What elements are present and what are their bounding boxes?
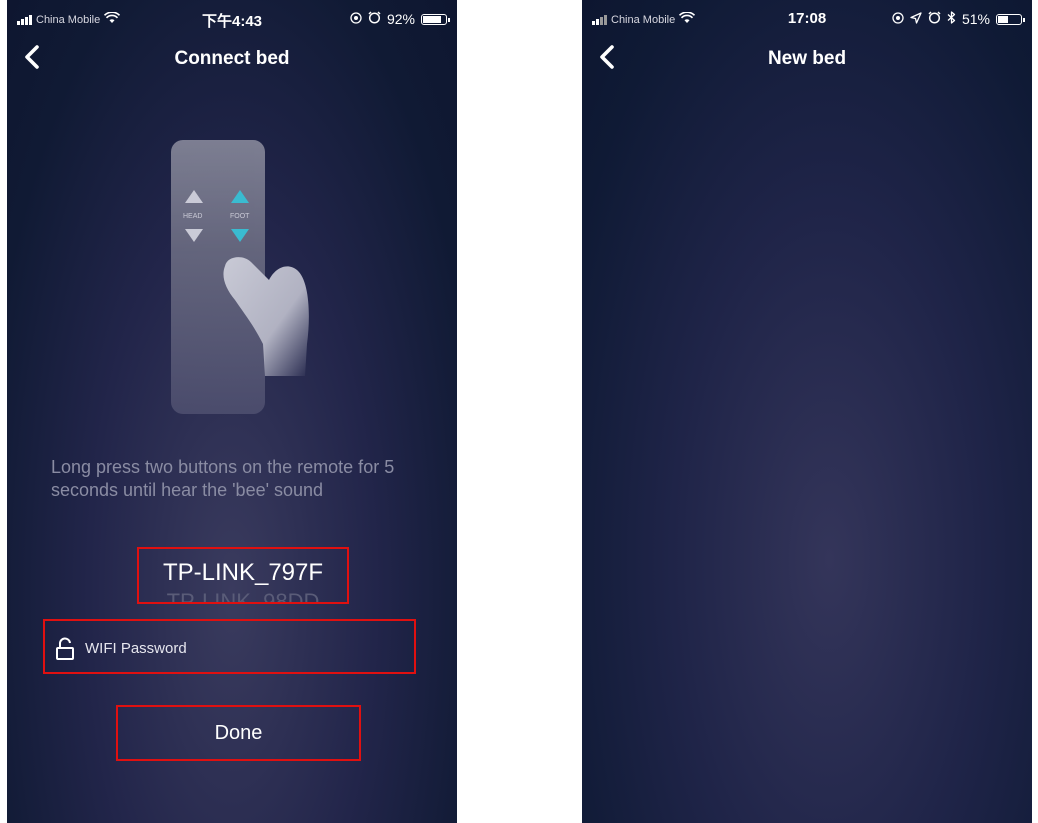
battery-percent: 51% bbox=[961, 11, 990, 27]
wifi-password-input[interactable] bbox=[83, 631, 407, 665]
nav-bar: New bed bbox=[582, 40, 1032, 80]
status-right: 51% bbox=[892, 11, 1025, 27]
wifi-network-picker[interactable]: TP-LINK_797F TP-LINK_98DD bbox=[137, 547, 349, 604]
nav-bar: Connect bed bbox=[7, 40, 457, 80]
next-ssid-option[interactable]: TP-LINK_98DD bbox=[139, 589, 347, 602]
foot-up-arrow-icon bbox=[231, 190, 249, 203]
status-bar: China Mobile 17:08 51% bbox=[582, 0, 1032, 40]
wifi-password-field-container bbox=[43, 619, 416, 674]
location-lock-icon bbox=[350, 11, 362, 27]
location-lock-icon bbox=[892, 11, 904, 27]
battery-percent: 92% bbox=[386, 11, 415, 27]
status-right: 92% bbox=[350, 11, 450, 27]
alarm-icon bbox=[368, 11, 381, 27]
page-title: Connect bed bbox=[174, 48, 290, 69]
foot-down-arrow-icon bbox=[231, 229, 249, 242]
location-icon bbox=[910, 11, 922, 27]
foot-label: FOOT bbox=[230, 213, 250, 220]
phone-screen-new-bed: China Mobile 17:08 51% New bed bbox=[582, 0, 1032, 823]
page-title: New bed bbox=[767, 48, 847, 69]
alarm-icon bbox=[928, 11, 941, 27]
phone-screen-connect-bed: China Mobile 下午4:43 92% Connect bed HEAD bbox=[7, 0, 457, 823]
bluetooth-icon bbox=[947, 11, 956, 27]
head-up-arrow-icon bbox=[185, 190, 203, 203]
head-down-arrow-icon bbox=[185, 229, 203, 242]
status-bar: China Mobile 下午4:43 92% bbox=[7, 0, 457, 40]
head-label: HEAD bbox=[183, 213, 203, 220]
instruction-text: Long press two buttons on the remote for… bbox=[51, 457, 395, 500]
unlock-icon bbox=[56, 637, 74, 660]
battery-icon bbox=[421, 13, 450, 25]
hand-icon bbox=[223, 257, 309, 376]
done-button[interactable]: Done bbox=[116, 705, 361, 761]
selected-ssid[interactable]: TP-LINK_797F bbox=[139, 559, 347, 587]
battery-icon bbox=[996, 13, 1025, 25]
